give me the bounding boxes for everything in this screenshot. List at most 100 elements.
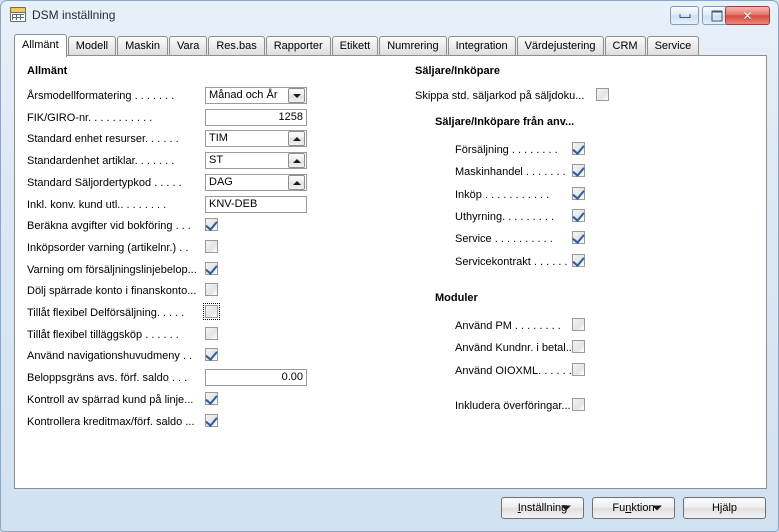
tab-modell[interactable]: Modell [67,36,117,56]
left-row-12-label: Använd navigationshuvudmeny . . [27,350,193,362]
left-row-11-checkbox[interactable] [205,327,218,340]
seller-source-row-5-checkbox[interactable] [572,254,585,267]
left-row-7-label: Inköpsorder varning (artikelnr.) . . [27,242,189,254]
left-row-9-label: Dölj spärrade konto i finanskonto... [27,285,197,297]
left-row-6-checkbox[interactable] [205,218,218,231]
module-row-2-checkbox[interactable] [572,363,585,376]
tab-maskin[interactable]: Maskin [117,36,168,56]
seller-source-row-1-checkbox[interactable] [572,164,585,177]
help-button[interactable]: Hjälp [683,497,766,519]
left-section-heading: Allmänt [27,65,68,77]
seller-source-row-4-checkbox[interactable] [572,231,585,244]
tab-etikett[interactable]: Etikett [331,36,379,56]
close-icon: ✕ [742,8,753,23]
tab-v-rdejustering[interactable]: Värdejustering [516,36,604,56]
settings-button[interactable]: Inställning [501,497,584,519]
module-row-0-label: Använd PM . . . . . . . . [455,320,561,332]
tab-numrering[interactable]: Numrering [379,36,447,56]
check-icon [572,142,585,155]
tab-rapporter[interactable]: Rapporter [265,36,331,56]
left-row-1-label: FIK/GIRO-nr. . . . . . . . . . . [27,112,153,124]
skip-seller-code-label: Skippa std. säljarkod på säljdoku... [415,90,585,102]
check-icon [572,254,585,267]
left-row-6-label: Beräkna avgifter vid bokföring . . . [27,220,191,232]
left-row-0-label: Årsmodellformatering . . . . . . . [27,90,175,102]
module-row-1-checkbox[interactable] [572,340,585,353]
left-row-5-field[interactable]: KNV-DEB [205,196,307,213]
settings-button-label: Inställning [517,502,568,514]
dialog-window: DSM inställning ✕ Allmänt Modell Maskin Var… [0,0,779,532]
table-icon [10,7,26,22]
left-row-1-field-value: 1258 [278,111,303,123]
left-row-8-checkbox[interactable] [205,262,218,275]
lookup-button[interactable] [288,153,305,168]
seller-source-row-0-checkbox[interactable] [572,142,585,155]
left-row-9-checkbox[interactable] [205,283,218,296]
module-row-3-checkbox[interactable] [572,398,585,411]
check-icon [205,262,218,275]
check-icon [205,414,218,427]
left-row-13-field[interactable]: 0.00 [205,369,307,386]
module-row-0-checkbox[interactable] [572,318,585,331]
left-row-10-checkbox[interactable] [203,303,220,320]
left-row-5-label: Inkl. konv. kund utl.. . . . . . . . [27,199,167,211]
chevron-down-icon [292,93,301,98]
seller-source-row-2-checkbox[interactable] [572,187,585,200]
check-icon [572,231,585,244]
left-row-7-checkbox[interactable] [205,240,218,253]
module-row-2-label: Använd OIOXML. . . . . . [455,365,572,377]
tab-integration[interactable]: Integration [447,36,516,56]
chevron-down-icon [561,505,571,511]
left-row-3-label: Standardenhet artiklar. . . . . . . [27,155,175,167]
left-row-4-field[interactable]: DAG [205,174,307,191]
left-row-13-field-value: 0.00 [281,371,303,383]
help-button-label: Hjälp [711,502,738,514]
tab-allm-nt[interactable]: Allmänt [14,34,67,57]
lookup-button[interactable] [288,175,305,190]
seller-source-row-2-label: Inköp . . . . . . . . . . . [455,189,550,201]
minimize-button[interactable] [670,6,699,25]
dropdown-button[interactable] [288,88,305,103]
left-row-15-label: Kontrollera kreditmax/förf. saldo ... [27,416,195,428]
arrow-up-icon [292,180,301,185]
left-row-2-label: Standard enhet resurser. . . . . . [27,133,179,145]
check-icon [205,348,218,361]
left-row-1-field[interactable]: 1258 [205,109,307,126]
left-row-0-field[interactable]: Månad och År [205,87,307,104]
seller-source-subheading: Säljare/Inköpare från anv... [435,116,575,128]
skip-seller-code-checkbox[interactable] [596,88,609,101]
seller-source-row-0-label: Försäljning . . . . . . . . [455,144,558,156]
title-bar: DSM inställning ✕ [1,1,778,29]
left-row-3-field-value: ST [209,154,224,166]
tab-page-allmant: Allmänt Årsmodellformatering . . . . . . … [14,55,767,489]
function-button[interactable]: Funktion [592,497,675,519]
tab-res-bas[interactable]: Res.bas [208,36,265,56]
lookup-button[interactable] [288,131,305,146]
minimize-icon [679,13,690,18]
tab-crm[interactable]: CRM [604,36,646,56]
left-row-5-field-value: KNV-DEB [209,198,258,210]
left-row-11-label: Tillåt flexibel tilläggsköp . . . . . . [27,329,179,341]
left-row-14-checkbox[interactable] [205,392,218,405]
left-row-4-field-value: DAG [209,176,233,188]
left-row-3-field[interactable]: ST [205,152,307,169]
seller-source-row-1-label: Maskinhandel . . . . . . . [455,166,566,178]
seller-source-row-4-label: Service . . . . . . . . . . [455,233,553,245]
tab-control: Allmänt Modell Maskin Vara Res.bas Rapporter E… [14,34,767,489]
seller-source-row-3-label: Uthyrning. . . . . . . . . [455,211,555,223]
modules-heading: Moduler [435,292,478,304]
seller-source-row-3-checkbox[interactable] [572,209,585,222]
left-row-12-checkbox[interactable] [205,348,218,361]
tab-vara[interactable]: Vara [168,36,208,56]
check-icon [205,392,218,405]
seller-source-row-5-label: Servicekontrakt . . . . . . [455,256,568,268]
tab-service[interactable]: Service [646,36,700,56]
module-row-3-label: Inkludera överföringar... [455,400,571,412]
left-row-2-field[interactable]: TIM [205,130,307,147]
arrow-up-icon [292,136,301,141]
maximize-icon [711,10,722,21]
chevron-down-icon [652,505,662,511]
close-button[interactable]: ✕ [725,6,770,25]
left-row-15-checkbox[interactable] [205,414,218,427]
check-icon [572,209,585,222]
